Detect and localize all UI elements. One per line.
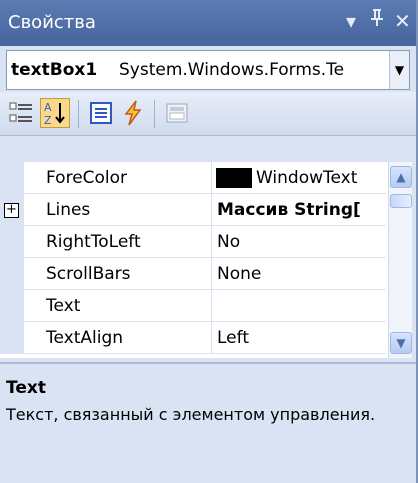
expand-plus-icon[interactable]: + — [4, 203, 19, 218]
object-name: textBox1 — [11, 60, 98, 80]
toolbar: A Z — [0, 92, 416, 136]
row-margin — [0, 162, 24, 194]
row-margin — [0, 322, 24, 354]
dropdown-arrow-icon[interactable]: ▾ — [346, 10, 356, 32]
property-name: RightToLeft — [24, 226, 212, 258]
property-name: Lines — [24, 194, 212, 226]
window-title: Свойства — [8, 12, 96, 33]
toolbar-separator — [78, 100, 79, 128]
description-pane: Text Текст, связанный с элементом управл… — [0, 362, 416, 483]
property-row-forecolor[interactable]: ForeColor WindowText — [0, 162, 396, 194]
property-value[interactable]: Массив String[ — [212, 194, 386, 226]
property-value[interactable]: None — [212, 258, 386, 290]
property-name: TextAlign — [24, 322, 212, 354]
color-value-text: WindowText — [256, 168, 358, 188]
property-value[interactable]: Left — [212, 322, 386, 354]
property-row-textalign[interactable]: TextAlign Left — [0, 322, 396, 354]
color-swatch — [216, 168, 252, 188]
close-icon[interactable]: ✕ — [394, 10, 411, 32]
vertical-scrollbar[interactable]: ▲ ▼ — [388, 162, 412, 358]
property-name: ScrollBars — [24, 258, 212, 290]
property-row-righttoleft[interactable]: RightToLeft No — [0, 226, 396, 258]
selector-dropdown-button[interactable]: ▼ — [389, 51, 409, 89]
row-margin — [0, 226, 24, 258]
property-name: Text — [24, 290, 212, 322]
svg-text:A: A — [44, 101, 52, 114]
property-value[interactable]: WindowText — [212, 162, 386, 194]
categorized-icon[interactable] — [6, 98, 36, 128]
object-selector[interactable]: textBox1 System.Windows.Forms.Te ▼ — [6, 50, 410, 90]
row-margin — [0, 258, 24, 290]
description-title: Text — [6, 378, 46, 398]
property-row-lines[interactable]: + Lines Массив String[ — [0, 194, 396, 226]
svg-text:Z: Z — [44, 114, 52, 127]
pin-icon[interactable] — [370, 8, 384, 32]
description-text: Текст, связанный с элементом управления. — [6, 405, 376, 424]
row-margin: + — [0, 194, 24, 226]
title-bar: Свойства ▾ ✕ — [0, 0, 416, 46]
scroll-up-icon[interactable]: ▲ — [390, 166, 412, 188]
scrollbar-thumb[interactable] — [390, 194, 412, 208]
properties-window: Свойства ▾ ✕ textBox1 System.Windows.For… — [0, 0, 418, 483]
property-value[interactable]: No — [212, 226, 386, 258]
property-row-scrollbars[interactable]: ScrollBars None — [0, 258, 396, 290]
events-icon[interactable] — [118, 98, 148, 128]
object-type: System.Windows.Forms.Te — [119, 60, 345, 80]
property-grid: ForeColor WindowText + Lines Массив Stri… — [0, 162, 396, 358]
row-margin — [0, 290, 24, 322]
property-row-text[interactable]: Text — [0, 290, 396, 322]
property-value[interactable] — [212, 290, 386, 322]
toolbar-separator — [154, 100, 155, 128]
properties-icon[interactable] — [86, 98, 116, 128]
property-name: ForeColor — [24, 162, 212, 194]
scroll-down-icon[interactable]: ▼ — [390, 332, 412, 354]
property-pages-icon[interactable] — [162, 98, 192, 128]
alphabetical-icon[interactable]: A Z — [40, 98, 70, 128]
